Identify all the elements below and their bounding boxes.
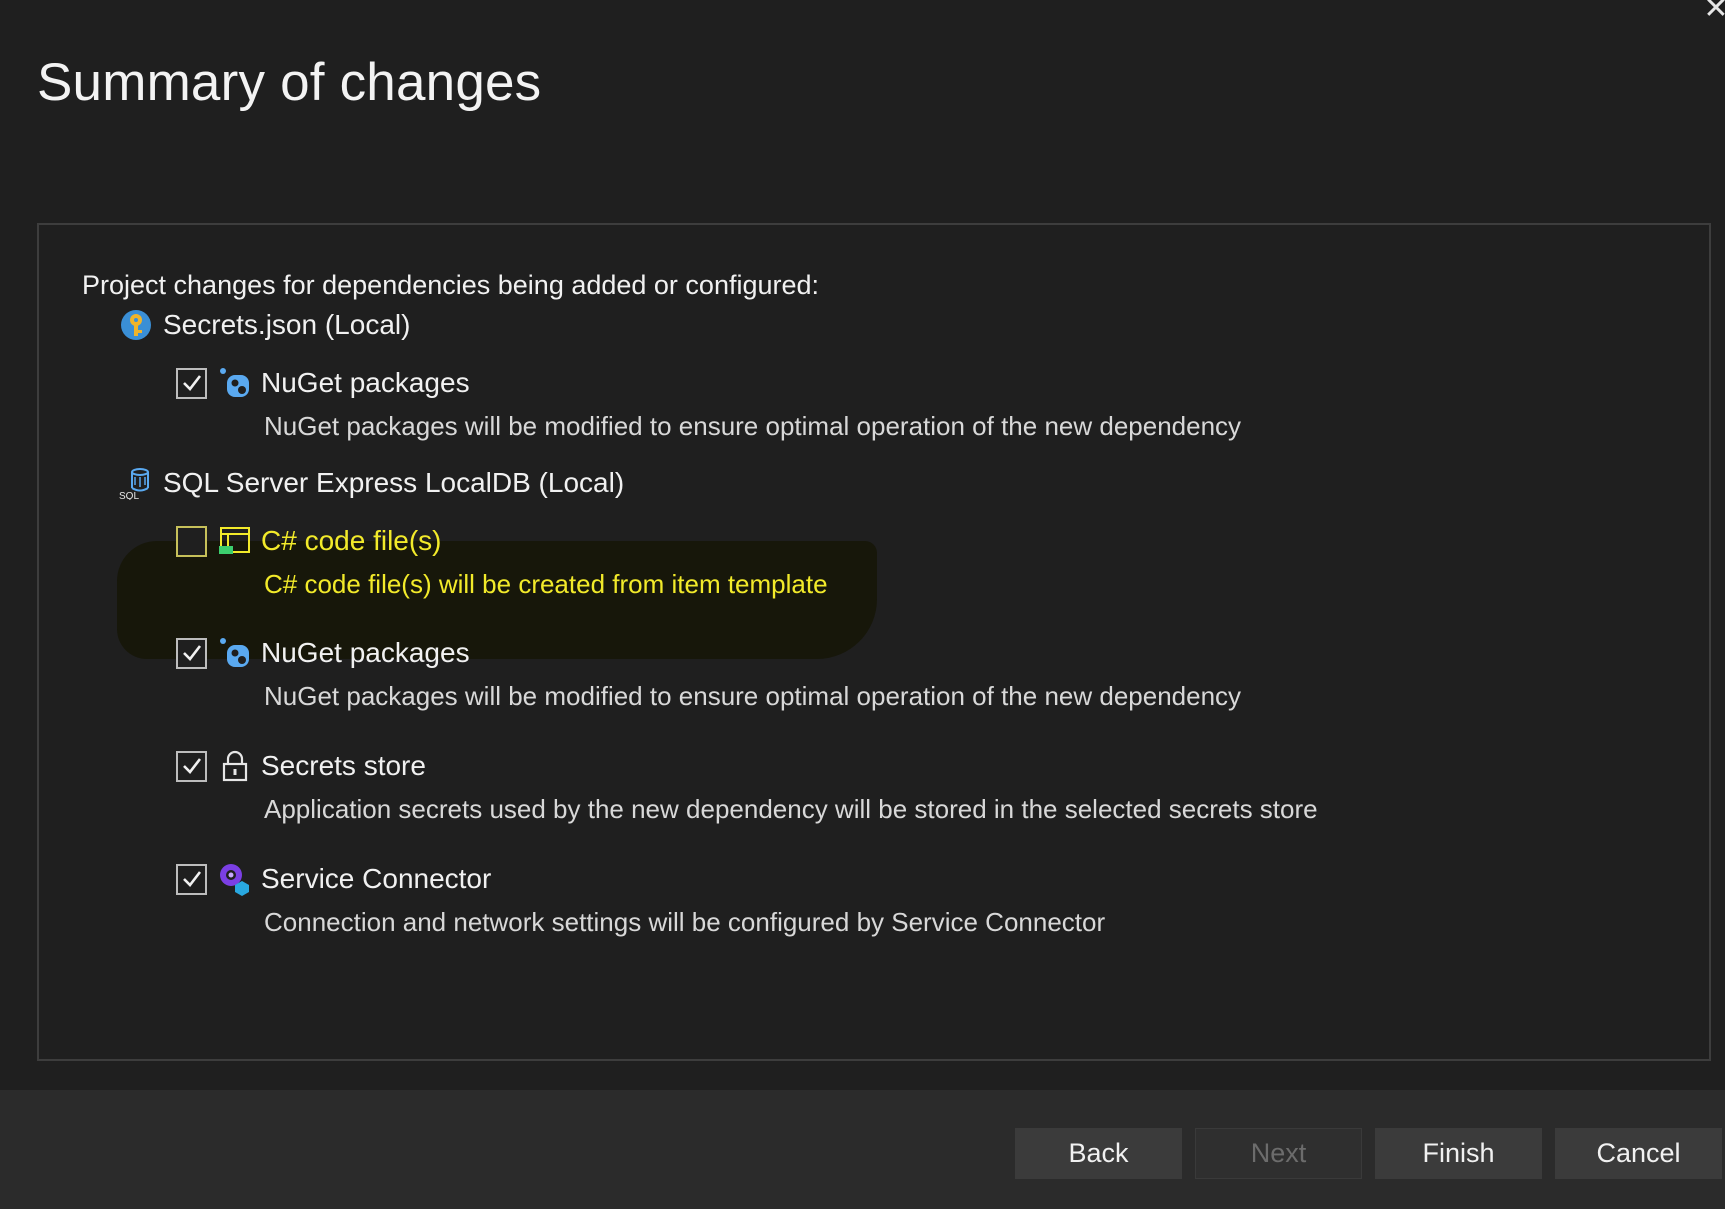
group-header-secrets-json: Secrets.json (Local) <box>119 308 410 342</box>
group-header-sql-server: SQL SQL Server Express LocalDB (Local) <box>119 466 625 502</box>
group-label: Secrets.json (Local) <box>163 309 411 340</box>
secrets-store-checkbox[interactable] <box>176 750 207 782</box>
nuget-packages-checkbox[interactable] <box>176 367 207 399</box>
service-connector-icon <box>217 861 253 897</box>
change-item-service-connector: Service Connector Connection and network… <box>176 861 1105 938</box>
group-label: SQL Server Express LocalDB (Local) <box>163 467 625 498</box>
close-button[interactable]: ✕ <box>1701 0 1725 24</box>
cancel-button[interactable]: Cancel <box>1555 1128 1722 1179</box>
page-title: Summary of changes <box>37 53 542 112</box>
sql-database-icon: SQL <box>119 466 153 502</box>
nuget-icon <box>217 365 253 401</box>
service-connector-checkbox[interactable] <box>176 863 207 895</box>
item-label: NuGet packages <box>261 637 470 668</box>
changes-panel: Project changes for dependencies being a… <box>37 223 1711 1061</box>
code-file-icon <box>217 523 253 559</box>
change-item-nuget-secrets: NuGet packages NuGet packages will be mo… <box>176 365 1241 442</box>
item-description: C# code file(s) will be created from ite… <box>264 569 828 599</box>
item-label: NuGet packages <box>261 367 470 398</box>
back-button[interactable]: Back <box>1015 1128 1182 1179</box>
csharp-code-checkbox[interactable] <box>176 525 207 557</box>
item-description: Connection and network settings will be … <box>264 907 1106 937</box>
lock-icon <box>217 748 253 784</box>
nuget-icon <box>217 635 253 671</box>
item-description: Application secrets used by the new depe… <box>264 794 1318 824</box>
svg-text:SQL: SQL <box>119 491 139 500</box>
item-description: NuGet packages will be modified to ensur… <box>264 411 1242 441</box>
next-button[interactable]: Next <box>1195 1128 1362 1179</box>
item-description: NuGet packages will be modified to ensur… <box>264 681 1242 711</box>
item-label: Service Connector <box>261 863 492 894</box>
change-item-csharp-code: C# code file(s) C# code file(s) will be … <box>176 523 828 600</box>
finish-button[interactable]: Finish <box>1375 1128 1542 1179</box>
key-icon <box>119 308 153 342</box>
intro-text: Project changes for dependencies being a… <box>82 270 820 300</box>
nuget-packages-checkbox[interactable] <box>176 637 207 669</box>
item-label: C# code file(s) <box>261 525 442 556</box>
change-item-nuget-sql: NuGet packages NuGet packages will be mo… <box>176 635 1241 712</box>
change-item-secrets-store: Secrets store Application secrets used b… <box>176 748 1318 825</box>
item-label: Secrets store <box>261 750 426 781</box>
summary-dialog: ✕ Summary of changes Project changes for… <box>0 0 1725 1209</box>
dialog-footer: Back Next Finish Cancel <box>0 1090 1725 1209</box>
